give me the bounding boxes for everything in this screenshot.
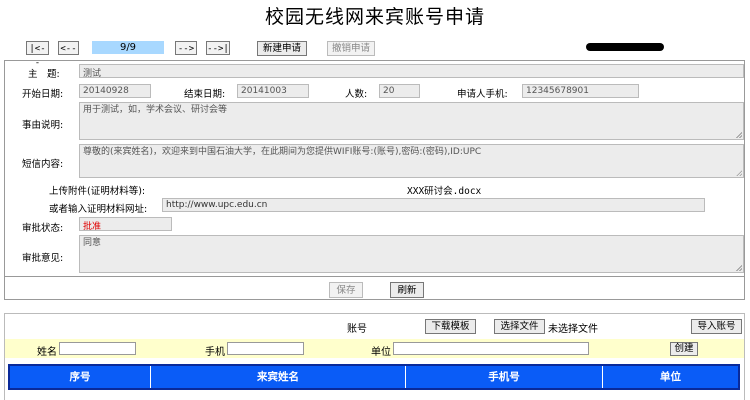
download-template-button[interactable]: 下载模板 — [425, 319, 476, 334]
col-unit[interactable]: 单位 — [603, 366, 738, 388]
sms-textarea[interactable]: 尊敬的(来宾姓名)，欢迎来到中国石油大学，在此期间为您提供WIFI账号:(账号)… — [79, 144, 744, 178]
count-field[interactable]: 20 — [379, 84, 420, 98]
url-label: 或者输入证明材料网址: — [49, 204, 148, 215]
col-phone[interactable]: 手机号 — [406, 366, 603, 388]
attachment-label: 上传附件(证明材料等): — [49, 186, 146, 197]
resize-grip-icon[interactable] — [736, 265, 742, 271]
accounts-table-header: 序号 来宾姓名 手机号 单位 — [8, 364, 740, 390]
account-label: 账号 — [347, 324, 367, 335]
phone-filter-label: 手机 — [205, 347, 225, 358]
page-title: 校园无线网来宾账号申请 — [264, 6, 485, 28]
name-filter-label: 姓名 — [37, 347, 57, 358]
end-date-label: 结束日期: — [184, 89, 226, 100]
phone-filter-input[interactable] — [227, 342, 304, 355]
sms-label: 短信内容: — [22, 159, 64, 170]
subject-label: 主 题: — [28, 69, 60, 80]
import-accounts-button[interactable]: 导入账号 — [691, 319, 742, 334]
resize-grip-icon[interactable] — [736, 170, 742, 176]
save-button[interactable]: 保存 — [329, 282, 363, 298]
end-date-field[interactable]: 20141003 — [237, 84, 309, 98]
choose-file-button[interactable]: 选择文件 — [494, 319, 545, 334]
attachment-filename[interactable]: XXX研讨会.docx — [407, 183, 481, 197]
reason-text: 用于测试，如，学术会议、研讨会等 — [83, 105, 228, 115]
redacted-user-info — [586, 43, 664, 51]
col-index[interactable]: 序号 — [10, 366, 151, 388]
subject-field[interactable]: 测试 — [79, 64, 744, 78]
resize-grip-icon[interactable] — [736, 132, 742, 138]
last-record-button[interactable]: -->| — [206, 41, 230, 55]
revoke-application-button[interactable]: 撤销申请 — [327, 41, 375, 56]
unit-filter-label: 单位 — [371, 347, 391, 358]
opinion-label: 审批意见: — [22, 253, 64, 264]
form-footer — [4, 277, 745, 300]
reason-textarea[interactable]: 用于测试，如，学术会议、研讨会等 — [79, 102, 744, 140]
status-label: 审批状态: — [22, 223, 64, 234]
start-date-label: 开始日期: — [22, 89, 64, 100]
prev-record-button[interactable]: <-- — [58, 41, 79, 55]
status-field: 批准 — [79, 217, 172, 231]
count-label: 人数: — [345, 89, 368, 100]
sms-text: 尊敬的(来宾姓名)，欢迎来到中国石油大学，在此期间为您提供WIFI账号:(账号)… — [83, 147, 482, 157]
refresh-button[interactable]: 刷新 — [390, 282, 424, 298]
name-filter-input[interactable] — [59, 342, 136, 355]
start-date-field[interactable]: 20140928 — [79, 84, 151, 98]
applicant-phone-field[interactable]: 12345678901 — [522, 84, 639, 98]
opinion-text: 同意 — [83, 238, 102, 248]
first-record-button[interactable]: |<-- — [26, 41, 49, 68]
page-indicator: 9/9 — [92, 41, 164, 54]
col-guest-name[interactable]: 来宾姓名 — [151, 366, 406, 388]
reason-label: 事由说明: — [22, 120, 64, 131]
create-button[interactable]: 创建 — [670, 342, 698, 356]
evidence-url-field[interactable]: http://www.upc.edu.cn — [162, 198, 705, 212]
unit-filter-input[interactable] — [393, 342, 589, 355]
phone-label: 申请人手机: — [457, 89, 508, 100]
no-file-text: 未选择文件 — [548, 324, 598, 335]
opinion-textarea[interactable]: 同意 — [79, 235, 744, 273]
new-application-button[interactable]: 新建申请 — [257, 41, 307, 56]
next-record-button[interactable]: --> — [175, 41, 197, 55]
